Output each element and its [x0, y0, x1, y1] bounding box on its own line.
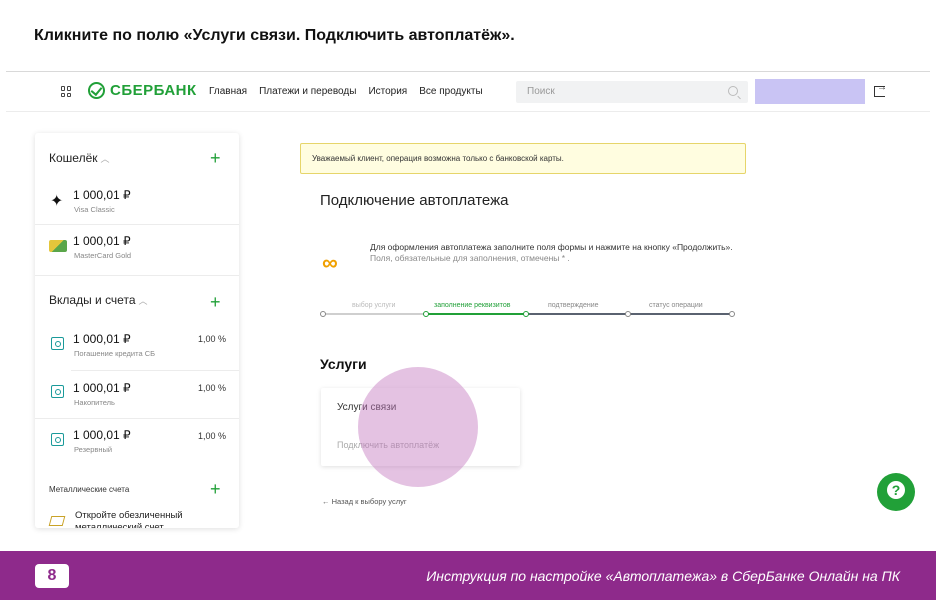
search-input[interactable]: Поиск: [516, 81, 748, 103]
step-label: подтверждение: [548, 302, 599, 309]
card-name: MasterCard Gold: [74, 251, 132, 260]
back-to-services-link[interactable]: ← Назад к выбору услуг: [322, 497, 407, 506]
deposit-rate: 1,00 %: [198, 334, 227, 344]
step-label: статус операции: [649, 302, 703, 309]
deposit-rate: 1,00 %: [198, 431, 227, 441]
page-title: Подключение автоплатежа: [320, 192, 509, 209]
add-card-button[interactable]: +: [210, 149, 221, 167]
search-icon[interactable]: [728, 86, 738, 96]
footer: 8 Инструкция по настройке «Автоплатежа» …: [0, 551, 936, 600]
apps-grid-icon[interactable]: [61, 86, 72, 97]
add-metal-account-button[interactable]: +: [210, 480, 221, 498]
step-dot: [523, 311, 529, 317]
click-highlight: [358, 367, 478, 487]
deposit-name: Погашение кредита СБ: [74, 349, 156, 358]
services-heading: Услуги: [320, 356, 367, 372]
divider: [35, 418, 239, 419]
deposit-rate: 1,00 %: [198, 383, 227, 393]
divider: [35, 224, 239, 225]
logout-icon[interactable]: [874, 82, 887, 97]
info-text: Для оформления автоплатежа заполните пол…: [370, 242, 733, 252]
safe-icon: [51, 385, 64, 398]
gold-bar-icon: [48, 516, 66, 526]
step-dot: [423, 311, 429, 317]
autopay-infinity-icon: ∞: [322, 250, 338, 275]
chevron-up-icon: ︿: [100, 154, 110, 164]
deposit-name: Резервный: [74, 445, 113, 454]
nav-history[interactable]: История: [368, 86, 407, 97]
deposit-amount[interactable]: 1 000,01 ₽: [73, 381, 131, 395]
safe-icon: [51, 433, 64, 446]
card-amount[interactable]: 1 000,01 ₽: [73, 234, 131, 248]
step-dot: [729, 311, 735, 317]
progress-line: [323, 313, 426, 315]
wallet-title[interactable]: Кошелёк ︿: [49, 151, 110, 165]
main-nav: Главная Платежи и переводы История Все п…: [209, 86, 483, 97]
step-label: выбор услуги: [352, 302, 396, 309]
card-amount[interactable]: 1 000,01 ₽: [73, 188, 131, 202]
add-deposit-button[interactable]: +: [210, 293, 221, 311]
step-dot: [625, 311, 631, 317]
step-label-active: заполнение реквизитов: [434, 302, 511, 309]
page-number: 8: [35, 564, 69, 588]
deposit-amount[interactable]: 1 000,01 ₽: [73, 428, 131, 442]
required-fields-note: Поля, обязательные для заполнения, отмеч…: [370, 253, 570, 263]
metal-accounts-title: Металлические счета: [49, 485, 130, 494]
header: СБЕРБАНК Главная Платежи и переводы Исто…: [6, 72, 930, 112]
instruction-text: Кликните по полю «Услуги связи. Подключи…: [34, 27, 515, 44]
sidebar: Кошелёк ︿ + ✦ 1 000,01 ₽ Visa Classic 1 0…: [35, 133, 239, 528]
deposits-title[interactable]: Вклады и счета ︿: [49, 293, 148, 307]
sberbank-logo-icon: [88, 82, 105, 99]
logo-text: СБЕРБАНК: [110, 82, 197, 99]
nav-payments[interactable]: Платежи и переводы: [259, 86, 356, 97]
chevron-up-icon: ︿: [138, 296, 148, 306]
footer-title: Инструкция по настройке «Автоплатежа» в …: [426, 568, 900, 584]
sberbank-logo[interactable]: СБЕРБАНК: [88, 82, 197, 99]
safe-icon: [51, 337, 64, 350]
nav-all-products[interactable]: Все продукты: [419, 86, 482, 97]
progress-line-active: [426, 313, 526, 315]
nav-home[interactable]: Главная: [209, 86, 247, 97]
card-name: Visa Classic: [74, 205, 115, 214]
help-button[interactable]: [877, 473, 915, 511]
divider: [35, 275, 239, 276]
notice-banner: Уважаемый клиент, операция возможна толь…: [300, 143, 746, 174]
visa-card-icon: ✦: [50, 193, 64, 210]
profile-area[interactable]: [755, 79, 865, 104]
deposit-name: Накопитель: [74, 398, 115, 407]
mastercard-icon: [49, 240, 67, 252]
search-placeholder: Поиск: [527, 86, 555, 97]
deposit-amount[interactable]: 1 000,01 ₽: [73, 332, 131, 346]
step-dot: [320, 311, 326, 317]
notice-text: Уважаемый клиент, операция возможна толь…: [312, 154, 564, 163]
divider: [71, 370, 239, 371]
open-metal-account-link[interactable]: Откройте обезличенный металлический счет: [75, 510, 215, 528]
